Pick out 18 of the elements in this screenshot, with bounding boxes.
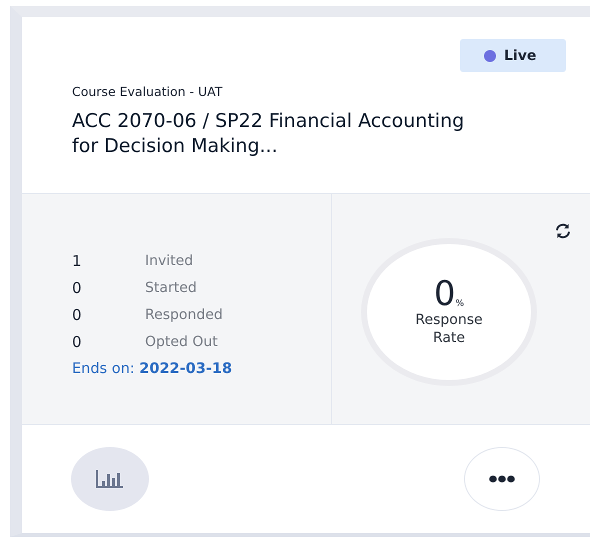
rate-label: Response Rate [414,311,484,347]
refresh-icon[interactable] [554,222,572,240]
stat-label: Opted Out [145,334,218,350]
status-label: Live [504,48,536,64]
rate-value: 0 [434,277,456,311]
stat-label: Started [145,280,197,296]
stat-label: Invited [145,252,194,268]
rate-unit: % [456,300,464,309]
survey-type: Course Evaluation - UAT [72,84,224,99]
stat-count: 1 [72,252,83,270]
stat-count: 0 [72,332,83,350]
bar-chart-icon [96,470,124,488]
survey-title: ACC 2070-06 / SP22 Financial Accounting for Decision Making... [72,109,466,159]
end-date: Ends on: 2022-03-18 [72,361,234,377]
stat-count: 0 [72,306,83,324]
ellipsis-icon [489,475,515,483]
stat-count: 0 [72,278,83,296]
stat-label: Responded [145,306,223,322]
